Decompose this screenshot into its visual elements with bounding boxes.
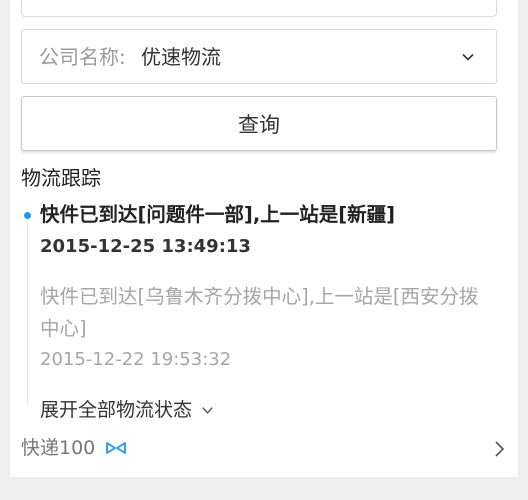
expand-all-link[interactable]: 展开全部物流状态 bbox=[40, 396, 215, 424]
tracking-number-field[interactable] bbox=[21, 0, 497, 17]
timeline-line bbox=[27, 222, 28, 405]
company-select[interactable]: 公司名称: 优速物流 bbox=[21, 29, 497, 84]
company-value: 优速物流 bbox=[141, 45, 221, 69]
tracking-entry-text: 快件已到达[乌鲁木齐分拨中心],上一站是[西安分拨中心] bbox=[40, 285, 479, 340]
section-title: 物流跟踪 bbox=[21, 166, 101, 190]
tracking-entry-text: 快件已到达[问题件一部],上一站是[新疆] bbox=[40, 203, 396, 226]
company-label: 公司名称: bbox=[39, 45, 126, 69]
bowtie-logo-icon bbox=[106, 442, 127, 454]
tracking-entry-time: 2015-12-22 19:53:32 bbox=[40, 349, 232, 370]
chevron-down-icon bbox=[462, 53, 474, 61]
chevron-right-icon[interactable] bbox=[492, 440, 506, 458]
footer-brand-link[interactable]: 快递100 bbox=[21, 434, 127, 462]
brand-label: 快递100 bbox=[21, 437, 96, 459]
tracking-entry-time: 2015-12-25 13:49:13 bbox=[40, 236, 251, 257]
timeline-dot-active bbox=[24, 212, 31, 219]
expand-all-label: 展开全部物流状态 bbox=[40, 399, 193, 421]
chevron-down-icon bbox=[202, 406, 213, 414]
query-button[interactable]: 查询 bbox=[21, 96, 497, 151]
